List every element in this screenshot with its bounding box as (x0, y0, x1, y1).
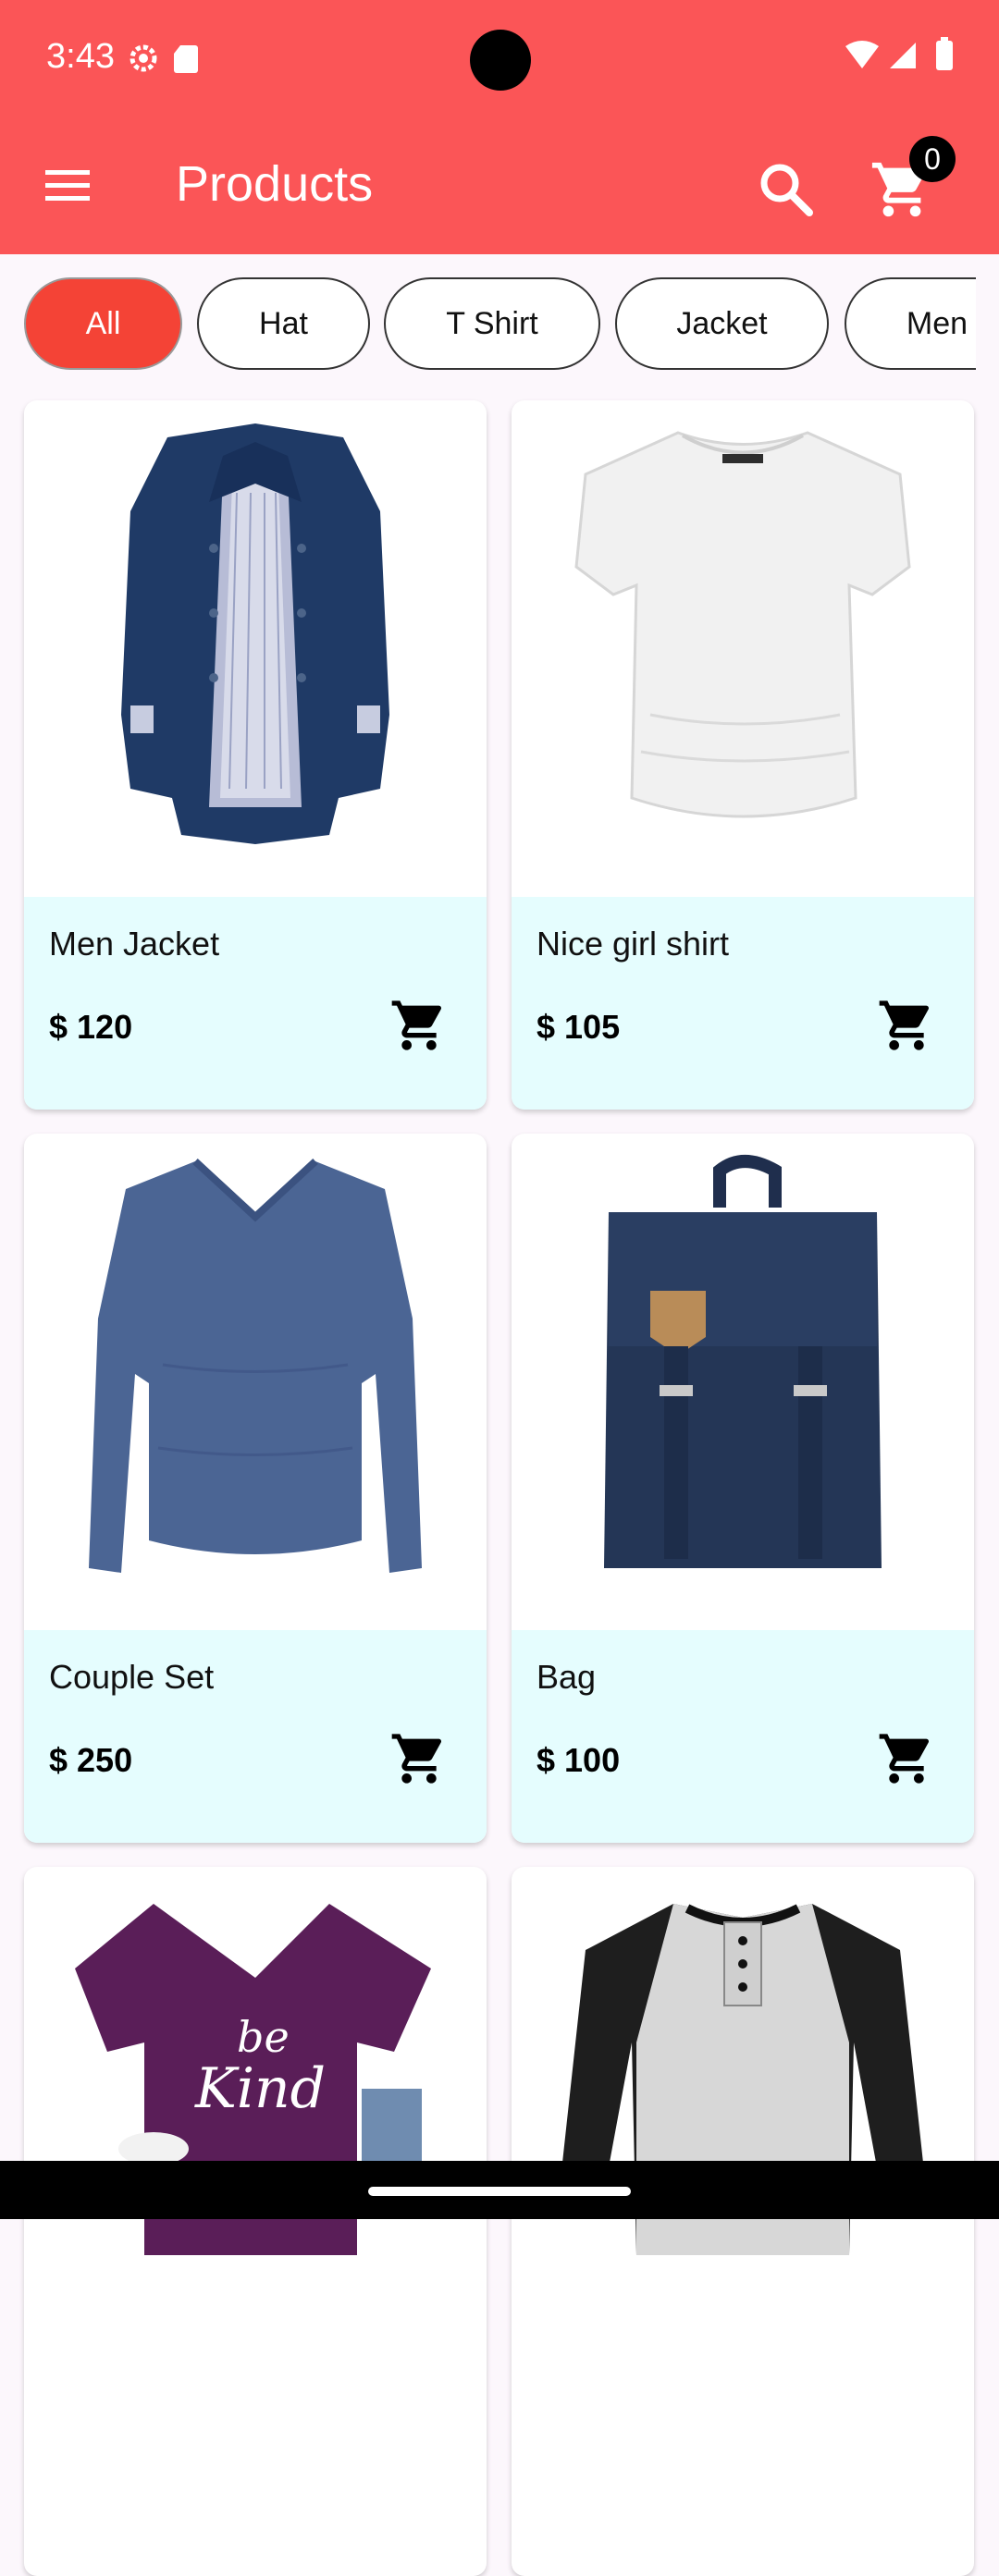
product-image: be Kind (24, 1867, 487, 2363)
product-name: Bag (536, 1658, 597, 1696)
grey-raglan-henley-image (562, 1904, 923, 2255)
signal-icon (890, 43, 916, 68)
svg-text:be: be (237, 2012, 290, 2062)
purple-be-kind-tee-image: be Kind (75, 1904, 431, 2255)
home-gesture-handle[interactable] (368, 2187, 631, 2196)
chip-men[interactable]: Men (845, 277, 976, 370)
product-image (24, 1134, 487, 1630)
product-name: Nice girl shirt (536, 925, 730, 963)
menu-button[interactable] (42, 165, 95, 209)
product-price: $ 250 (49, 1741, 133, 1779)
battery-icon (936, 37, 953, 70)
product-image (24, 400, 487, 897)
product-info: Bag $ 100 (512, 1630, 974, 1843)
product-card[interactable]: Nice girl shirt $ 105 (512, 400, 974, 1110)
product-image (512, 1867, 974, 2363)
product-card[interactable]: be Kind (24, 1867, 487, 2576)
chip-jacket[interactable]: Jacket (615, 277, 829, 370)
blue-long-sleeve-image (89, 1159, 422, 1573)
product-price: $ 105 (536, 1008, 621, 1046)
search-button[interactable] (754, 157, 819, 222)
add-to-cart-icon (391, 1000, 442, 1050)
settings-icon (130, 44, 157, 72)
product-info: Men Jacket $ 120 (24, 897, 487, 1110)
chip-all[interactable]: All (24, 277, 182, 370)
status-icons-left (125, 40, 208, 81)
product-info: Nice girl shirt $ 105 (512, 897, 974, 1110)
svg-text:Kind: Kind (194, 2056, 326, 2121)
search-icon (760, 164, 813, 216)
sd-card-icon (174, 45, 198, 73)
system-navigation-bar (0, 2161, 999, 2219)
product-price: $ 100 (536, 1741, 621, 1779)
page-title: Products (176, 156, 374, 212)
add-to-cart-icon (879, 1000, 930, 1050)
navy-backpack-image (604, 1155, 882, 1568)
add-to-cart-icon (391, 1734, 442, 1784)
product-image (512, 400, 974, 897)
category-chips: All Hat T Shirt Jacket Men (0, 277, 976, 374)
product-card[interactable]: Couple Set $ 250 (24, 1134, 487, 1843)
navy-jacket-image (121, 423, 389, 844)
add-to-cart-button[interactable] (877, 1729, 936, 1788)
add-to-cart-button[interactable] (877, 996, 936, 1055)
cart-count-badge: 0 (909, 136, 956, 182)
camera-cutout (470, 30, 531, 91)
white-top-image (574, 431, 911, 818)
add-to-cart-button[interactable] (389, 996, 449, 1055)
status-time: 3:43 (46, 37, 115, 76)
status-icons-right (844, 37, 964, 79)
chip-t-shirt[interactable]: T Shirt (384, 277, 600, 370)
add-to-cart-button[interactable] (389, 1729, 449, 1788)
hamburger-menu-icon (45, 170, 90, 201)
product-image (512, 1134, 974, 1630)
product-name: Couple Set (49, 1658, 215, 1696)
product-price: $ 120 (49, 1008, 133, 1046)
wifi-icon (845, 41, 879, 68)
product-card[interactable]: Men Jacket $ 120 (24, 400, 487, 1110)
product-name: Men Jacket (49, 925, 220, 963)
product-card[interactable] (512, 1867, 974, 2576)
app-header: 3:43 Products 0 (0, 0, 999, 254)
product-card[interactable]: Bag $ 100 (512, 1134, 974, 1843)
add-to-cart-icon (879, 1734, 930, 1784)
chip-hat[interactable]: Hat (197, 277, 370, 370)
product-info: Couple Set $ 250 (24, 1630, 487, 1843)
